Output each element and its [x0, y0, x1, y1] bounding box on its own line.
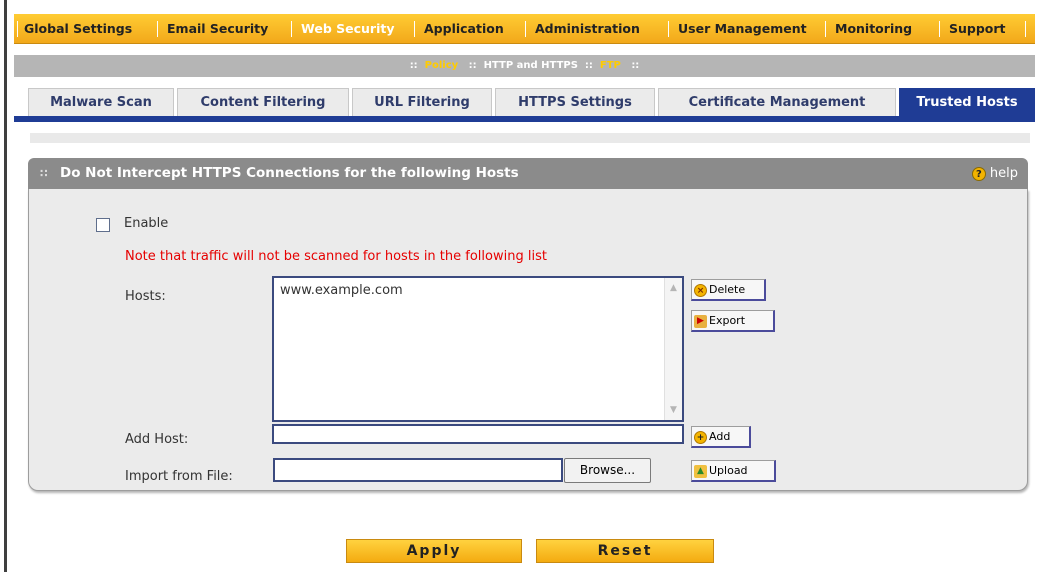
help-link[interactable]: ? help	[971, 158, 1018, 189]
scroll-down-icon[interactable]: ▼	[665, 402, 682, 418]
subnav-separator: ::	[468, 60, 477, 71]
browse-button[interactable]: Browse...	[564, 458, 651, 483]
help-label: help	[989, 166, 1018, 181]
hosts-scrollbar[interactable]: ▲ ▼	[664, 278, 682, 420]
nav-user-management[interactable]: User Management	[678, 14, 807, 44]
top-navigation: Global Settings Email Security Web Secur…	[14, 14, 1035, 44]
tab-underline	[14, 116, 1035, 122]
import-label: Import from File:	[125, 469, 233, 484]
nav-separator	[825, 21, 826, 37]
plus-circle-icon: +	[694, 430, 707, 444]
hosts-listbox[interactable]: www.example.com ▲ ▼	[272, 276, 684, 422]
nav-separator	[17, 21, 18, 37]
subnav-separator: ::	[631, 60, 640, 71]
hosts-label: Hosts:	[125, 289, 166, 304]
nav-application[interactable]: Application	[424, 14, 504, 44]
nav-separator	[414, 21, 415, 37]
note-text: Note that traffic will not be scanned fo…	[125, 249, 547, 264]
subnav-ftp[interactable]: FTP	[600, 60, 621, 71]
enable-checkbox[interactable]	[96, 218, 110, 232]
add-label: Add	[709, 430, 731, 443]
host-list-item[interactable]: www.example.com	[280, 283, 403, 298]
upload-button[interactable]: ▲ Upload	[691, 460, 776, 482]
x-circle-icon: ×	[694, 283, 707, 297]
subnav-separator: ::	[409, 60, 418, 71]
nav-separator	[1025, 21, 1026, 37]
upload-folder-icon: ▲	[694, 464, 707, 478]
export-icon: ▶	[694, 314, 707, 328]
left-frame-rule	[4, 0, 7, 572]
add-button[interactable]: + Add	[691, 426, 751, 448]
tab-url-filtering[interactable]: URL Filtering	[352, 88, 492, 116]
nav-email-security[interactable]: Email Security	[167, 14, 268, 44]
nav-separator	[291, 21, 292, 37]
nav-separator	[939, 21, 940, 37]
delete-label: Delete	[709, 283, 746, 296]
nav-monitoring[interactable]: Monitoring	[835, 14, 912, 44]
section-title: Do Not Intercept HTTPS Connections for t…	[60, 165, 519, 181]
nav-global-settings[interactable]: Global Settings	[24, 14, 132, 44]
add-host-input[interactable]	[272, 424, 684, 444]
section-header: ∷ Do Not Intercept HTTPS Connections for…	[28, 158, 1028, 189]
sub-navigation: :: Policy :: HTTP and HTTPS :: FTP ::	[14, 55, 1035, 77]
tab-content-filtering[interactable]: Content Filtering	[177, 88, 349, 116]
tab-malware-scan[interactable]: Malware Scan	[28, 88, 174, 116]
tab-certificate-management[interactable]: Certificate Management	[658, 88, 896, 116]
upload-label: Upload	[709, 464, 748, 477]
nav-separator	[157, 21, 158, 37]
apply-button[interactable]: Apply	[346, 539, 522, 563]
nav-web-security[interactable]: Web Security	[301, 14, 394, 44]
subnav-http-https[interactable]: HTTP and HTTPS	[484, 60, 578, 71]
tab-https-settings[interactable]: HTTPS Settings	[495, 88, 655, 116]
scroll-up-icon[interactable]: ▲	[665, 280, 682, 296]
spacer-bar	[30, 133, 1030, 143]
import-file-input[interactable]	[273, 458, 563, 482]
nav-separator	[525, 21, 526, 37]
nav-separator	[668, 21, 669, 37]
reset-button[interactable]: Reset	[536, 539, 714, 563]
subnav-policy[interactable]: Policy	[425, 60, 459, 71]
enable-label: Enable	[124, 216, 169, 231]
delete-button[interactable]: × Delete	[691, 279, 766, 301]
help-icon: ?	[971, 166, 986, 181]
export-button[interactable]: ▶ Export	[691, 310, 775, 332]
nav-administration[interactable]: Administration	[535, 14, 640, 44]
subnav-separator: ::	[584, 60, 593, 71]
tab-trusted-hosts[interactable]: Trusted Hosts	[899, 88, 1035, 116]
grip-icon: ∷	[40, 167, 48, 180]
add-host-label: Add Host:	[125, 432, 189, 447]
nav-support[interactable]: Support	[949, 14, 1006, 44]
export-label: Export	[709, 314, 746, 327]
